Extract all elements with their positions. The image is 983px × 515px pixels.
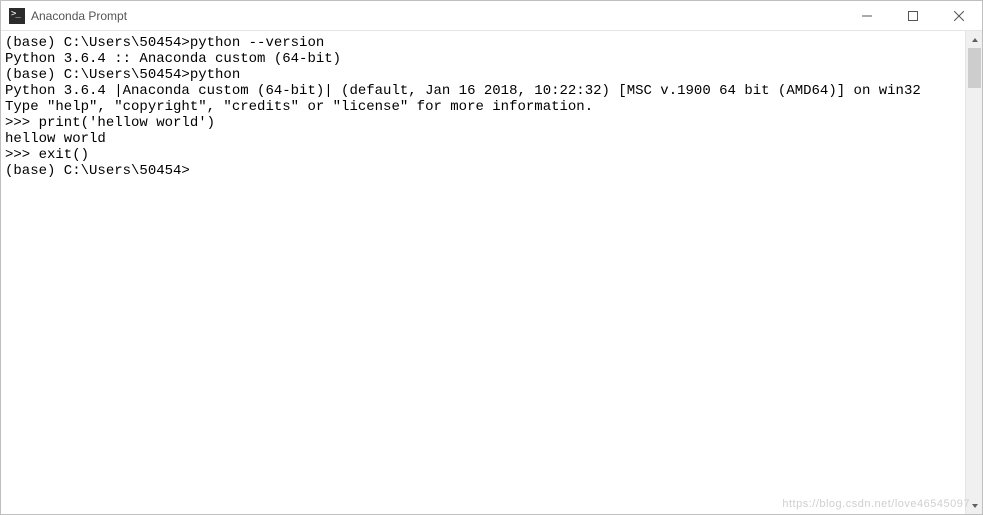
terminal-line: (base) C:\Users\50454>python --version [5, 35, 961, 51]
maximize-button[interactable] [890, 1, 936, 31]
terminal-output[interactable]: (base) C:\Users\50454>python --versionPy… [1, 31, 965, 514]
client-area: (base) C:\Users\50454>python --versionPy… [1, 31, 982, 514]
terminal-line: Python 3.6.4 :: Anaconda custom (64-bit) [5, 51, 961, 67]
window-title: Anaconda Prompt [31, 9, 127, 23]
terminal-line: >>> exit() [5, 147, 961, 163]
vertical-scrollbar[interactable] [965, 31, 982, 514]
terminal-line: >>> print('hellow world') [5, 115, 961, 131]
terminal-line: (base) C:\Users\50454>python [5, 67, 961, 83]
terminal-line: (base) C:\Users\50454> [5, 163, 961, 179]
titlebar[interactable]: Anaconda Prompt [1, 1, 982, 31]
close-button[interactable] [936, 1, 982, 31]
terminal-line: hellow world [5, 131, 961, 147]
scroll-thumb[interactable] [968, 48, 981, 88]
scroll-down-arrow-icon[interactable] [966, 497, 982, 514]
window-frame: Anaconda Prompt (base) C:\Users\50454>py… [0, 0, 983, 515]
terminal-line: Type "help", "copyright", "credits" or "… [5, 99, 961, 115]
minimize-button[interactable] [844, 1, 890, 31]
app-icon [9, 8, 25, 24]
scroll-up-arrow-icon[interactable] [966, 31, 982, 48]
terminal-line: Python 3.6.4 |Anaconda custom (64-bit)| … [5, 83, 961, 99]
